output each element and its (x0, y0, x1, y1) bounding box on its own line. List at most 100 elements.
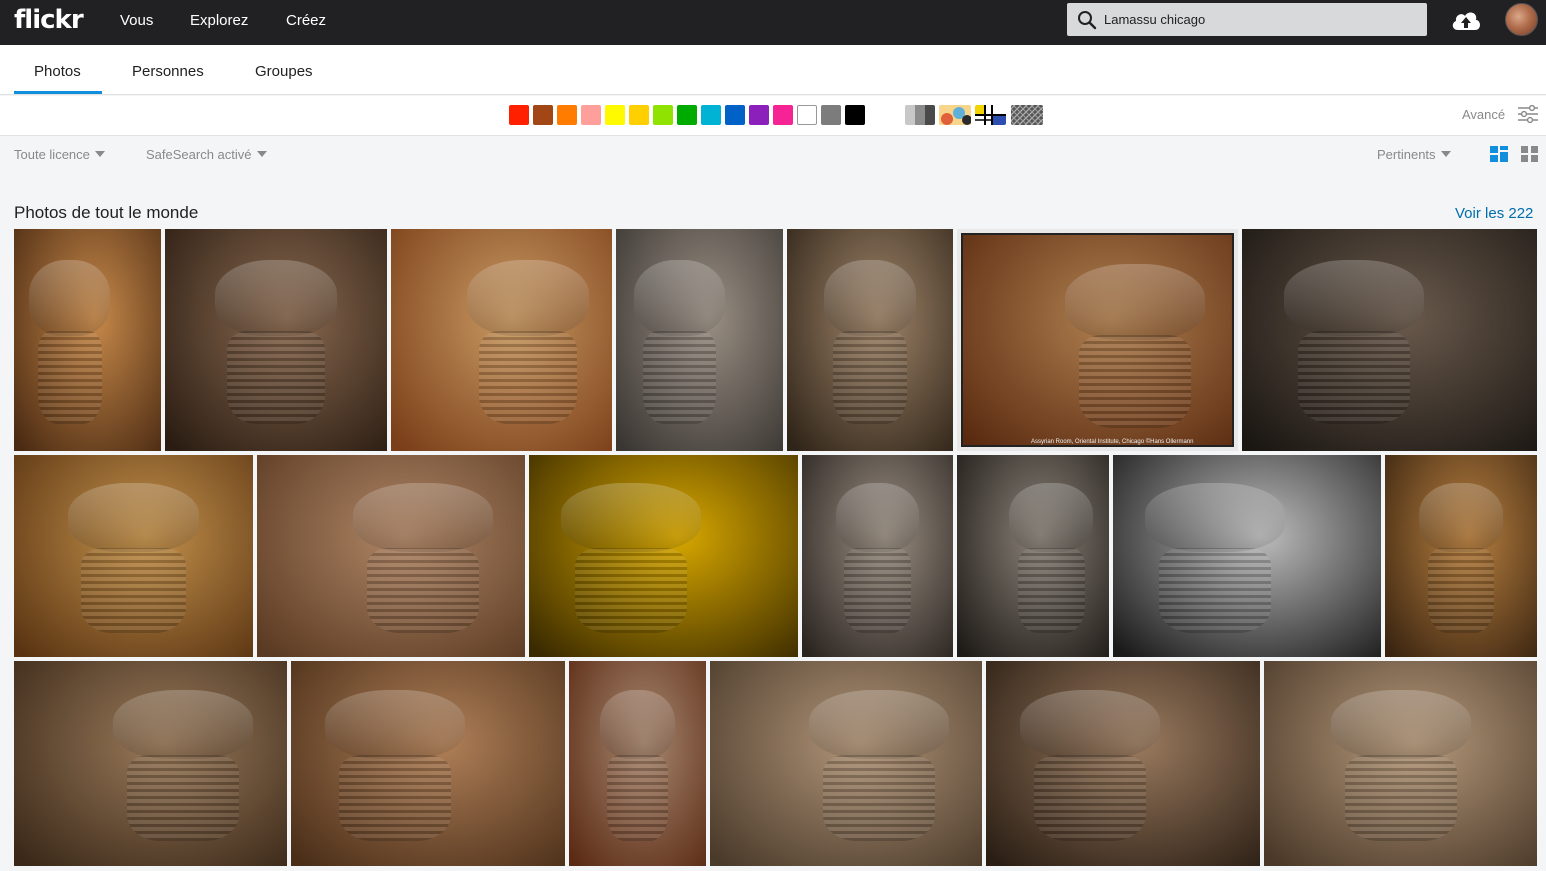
sculpture-head (1419, 483, 1503, 552)
sliders-icon[interactable] (1518, 105, 1538, 123)
sculpture-beard (37, 331, 103, 425)
sculpture-head (113, 689, 254, 760)
search-box (1067, 3, 1427, 36)
sculpture-beard (339, 755, 452, 842)
filter-bar: Toute licence SafeSearch activé Pertinen… (0, 136, 1546, 172)
sculpture-beard (642, 331, 717, 425)
patterns-filter-icon[interactable] (1011, 105, 1043, 125)
color-swatch[interactable] (629, 105, 649, 125)
avatar[interactable] (1505, 3, 1538, 36)
see-all-link[interactable]: Voir les 222 (1455, 205, 1533, 222)
color-swatch[interactable] (749, 105, 769, 125)
license-dropdown[interactable]: Toute licence (14, 147, 105, 162)
chevron-down-icon (1440, 151, 1451, 157)
color-swatch[interactable] (581, 105, 601, 125)
sculpture-beard (127, 755, 240, 842)
photo-thumbnail[interactable] (986, 661, 1260, 866)
color-swatch[interactable] (773, 105, 793, 125)
sculpture-head (1330, 689, 1471, 760)
justified-view-icon[interactable] (1490, 145, 1508, 163)
photo-thumbnail[interactable] (616, 229, 783, 451)
photo-thumbnail[interactable] (710, 661, 982, 866)
cloud-upload-icon[interactable] (1450, 8, 1482, 32)
photo-thumbnail[interactable] (14, 661, 287, 866)
color-swatch[interactable] (677, 105, 697, 125)
photo-thumbnail[interactable] (391, 229, 612, 451)
color-swatch[interactable] (821, 105, 841, 125)
photo-thumbnail[interactable] (257, 455, 525, 657)
tab-photos[interactable]: Photos (34, 63, 81, 80)
sculpture-head (353, 483, 494, 552)
photo-thumbnail[interactable] (787, 229, 953, 451)
chevron-down-icon (256, 151, 267, 157)
shallow-depth-of-field-filter-icon[interactable] (939, 105, 971, 125)
sculpture-beard (1427, 547, 1495, 633)
color-swatch[interactable] (533, 105, 553, 125)
search-type-tabs: Photos Personnes Groupes (0, 45, 1546, 95)
photo-thumbnail[interactable] (1264, 661, 1537, 866)
safesearch-dropdown[interactable]: SafeSearch activé (146, 147, 267, 162)
sculpture-beard (1344, 755, 1457, 842)
sort-dropdown[interactable]: Pertinents (1377, 147, 1451, 162)
photo-thumbnail[interactable] (1113, 455, 1381, 657)
photo-thumbnail[interactable] (529, 455, 798, 657)
photo-thumbnail[interactable] (14, 229, 161, 451)
sculpture-beard (607, 755, 668, 842)
search-input[interactable] (1104, 3, 1414, 36)
grid-view-icon[interactable] (1521, 145, 1539, 163)
color-swatch[interactable] (605, 105, 625, 125)
tab-groupes[interactable]: Groupes (255, 63, 313, 80)
photo-thumbnail[interactable] (14, 455, 253, 657)
nav-vous[interactable]: Vous (120, 12, 153, 30)
sculpture-head (561, 483, 702, 552)
sort-label: Pertinents (1377, 147, 1436, 162)
sculpture-head (1065, 264, 1206, 340)
sculpture-beard (1034, 755, 1147, 842)
sculpture-head (1009, 483, 1094, 552)
sculpture-beard (1298, 331, 1411, 425)
sculpture-head (1144, 483, 1285, 552)
sculpture-beard (367, 547, 480, 633)
color-filter-bar: Avancé (0, 96, 1546, 136)
sculpture-head (599, 689, 676, 760)
color-swatch[interactable] (725, 105, 745, 125)
photo-thumbnail[interactable]: Assyrian Room, Oriental Institute, Chica… (957, 229, 1238, 451)
photo-thumbnail[interactable] (802, 455, 953, 657)
active-tab-indicator (14, 91, 102, 94)
photo-thumbnail[interactable] (957, 455, 1109, 657)
chevron-down-icon (94, 151, 105, 157)
photo-thumbnail[interactable] (1385, 455, 1537, 657)
sculpture-beard (822, 755, 935, 842)
sculpture-head (467, 260, 589, 336)
nav-explorez[interactable]: Explorez (190, 12, 248, 30)
license-label: Toute licence (14, 147, 90, 162)
top-navigation-bar: flickr Vous Explorez Créez (0, 0, 1546, 45)
sculpture-beard (1017, 547, 1085, 633)
color-swatch[interactable] (653, 105, 673, 125)
photo-thumbnail[interactable] (291, 661, 565, 866)
sculpture-head (633, 260, 726, 336)
minimalist-filter-icon[interactable] (975, 105, 1006, 125)
sculpture-beard (80, 547, 187, 633)
color-swatch[interactable] (557, 105, 577, 125)
photo-thumbnail[interactable] (165, 229, 387, 451)
color-swatch[interactable] (797, 105, 817, 125)
flickr-logo[interactable]: flickr (14, 6, 84, 34)
sculpture-beard (1158, 547, 1271, 633)
sculpture-beard (227, 331, 325, 425)
advanced-search-link[interactable]: Avancé (1462, 107, 1505, 122)
sculpture-head (29, 260, 111, 336)
sculpture-head (835, 483, 920, 552)
color-swatch[interactable] (845, 105, 865, 125)
search-icon[interactable] (1077, 10, 1097, 30)
photo-caption-overlay: Assyrian Room, Oriental Institute, Chica… (1031, 439, 1194, 445)
sculpture-head (1020, 689, 1161, 760)
photo-thumbnail[interactable] (1242, 229, 1537, 451)
tab-personnes[interactable]: Personnes (132, 63, 204, 80)
nav-creez[interactable]: Créez (286, 12, 326, 30)
black-and-white-filter-icon[interactable] (905, 105, 935, 125)
sculpture-beard (1079, 335, 1192, 429)
color-swatch[interactable] (509, 105, 529, 125)
color-swatch[interactable] (701, 105, 721, 125)
photo-thumbnail[interactable] (569, 661, 706, 866)
